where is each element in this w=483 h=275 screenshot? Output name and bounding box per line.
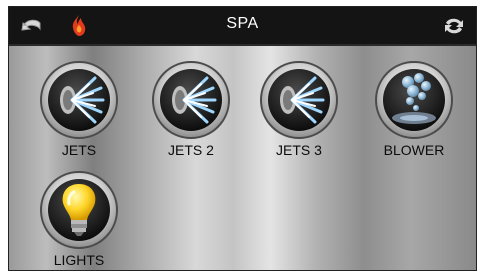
lights-button[interactable]: LIGHTS (29, 170, 129, 268)
jets-icon (40, 61, 118, 139)
jets-2-button[interactable]: JETS 2 (141, 60, 241, 158)
refresh-icon (445, 18, 463, 34)
button-panel: JETS JETS 2 JETS 3 BLOWER LIGHTS (9, 46, 476, 270)
spa-screen: SPA JETS JETS 2 JETS 3 BLOWER LIGHTS (8, 6, 477, 271)
jets-icon (260, 61, 338, 139)
jets-2-label: JETS 2 (168, 142, 214, 158)
bubbles-icon (375, 61, 453, 139)
jets-icon (152, 61, 230, 139)
blower-button[interactable]: BLOWER (364, 60, 464, 158)
page-title: SPA (226, 15, 259, 32)
light-bulb-icon (40, 171, 118, 249)
refresh-button[interactable] (439, 13, 469, 39)
lights-label: LIGHTS (53, 252, 105, 268)
top-bar: SPA (9, 7, 476, 46)
jets-3-label: JETS 3 (276, 142, 322, 158)
jets-button[interactable]: JETS (29, 60, 129, 158)
blower-label: BLOWER (383, 142, 445, 158)
jets-3-button[interactable]: JETS 3 (249, 60, 349, 158)
jets-label: JETS (61, 142, 97, 158)
